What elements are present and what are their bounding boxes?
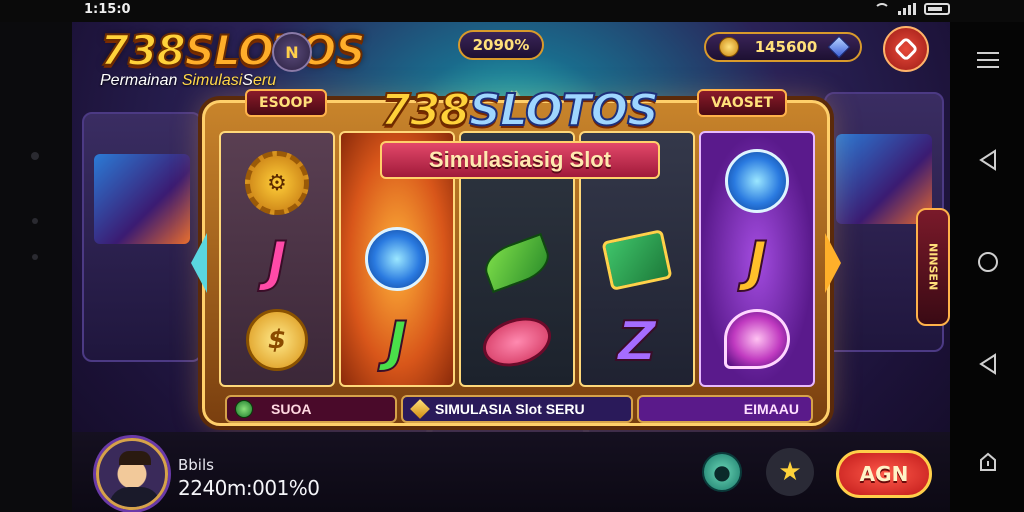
- game-logo: 738SLOTOS: [99, 25, 366, 76]
- star-icon[interactable]: ★: [766, 448, 814, 496]
- j-symbol: J: [746, 229, 768, 294]
- status-icons: [874, 3, 950, 15]
- tag-left: ESOOP: [245, 89, 327, 117]
- crown-icon[interactable]: N: [272, 32, 312, 72]
- bar-mid[interactable]: SIMULASIA Slot SERU: [401, 395, 633, 423]
- j-symbol: J: [386, 309, 408, 374]
- camera-dot: [31, 152, 39, 160]
- status-bar: 1:15:0: [0, 0, 1024, 22]
- battery-icon: [924, 3, 950, 15]
- wifi-icon: [874, 3, 890, 15]
- left-arrow-icon[interactable]: [191, 233, 207, 293]
- recent-icon[interactable]: [972, 348, 1004, 380]
- reel-1: ⚙ J $: [219, 131, 335, 387]
- sensor-dot: [32, 254, 38, 260]
- gear-symbol: ⚙: [245, 151, 309, 215]
- swirl-symbol: [725, 149, 789, 213]
- bell-icon[interactable]: ●: [702, 452, 742, 492]
- system-nav-bar: [950, 22, 1024, 512]
- spin-button[interactable]: AGN: [836, 450, 932, 498]
- machine-title: 738SLOTOS: [379, 84, 660, 137]
- bottom-bar: Bbils 2240m:001%0 ● ★ AGN: [72, 432, 950, 512]
- coin-icon: [718, 37, 739, 57]
- j-symbol: J: [266, 229, 288, 294]
- right-arrow-icon[interactable]: [825, 233, 841, 293]
- tag-right: VAOSET: [697, 89, 787, 117]
- z-symbol: Z: [616, 309, 657, 374]
- status-time: 1:15:0: [84, 2, 131, 17]
- settings-icon: [893, 36, 919, 62]
- multiplier-pill: 2090%: [458, 30, 544, 60]
- share-icon[interactable]: [972, 446, 1004, 478]
- reel-5: J: [699, 131, 815, 387]
- diamond-icon: [410, 399, 430, 419]
- machine-ribbon: Simulasiasig Slot: [380, 141, 660, 179]
- card-symbol: [601, 229, 673, 291]
- sensor-dot: [32, 218, 38, 224]
- game-screen: 738SLOTOS Permainan SimulasiSeru N 2090%…: [72, 22, 950, 512]
- menu-icon[interactable]: [972, 44, 1004, 76]
- avatar[interactable]: [96, 438, 168, 510]
- bar-left[interactable]: SUOA: [225, 395, 397, 423]
- back-icon[interactable]: [972, 144, 1004, 176]
- gem-icon: [827, 35, 851, 59]
- disc-symbol: [476, 309, 558, 375]
- swirl-symbol: [724, 309, 790, 369]
- home-icon[interactable]: [972, 246, 1004, 278]
- user-name: Bbils: [178, 456, 214, 474]
- user-balance: 2240m:001%0: [178, 476, 320, 500]
- swirl-symbol: [365, 227, 429, 291]
- arcade-cabinet-left: [82, 112, 202, 362]
- slot-machine: ESOOP VAOSET ⚙ J $ J Z J 738SLOTOS Simul…: [191, 84, 841, 426]
- bar-right[interactable]: EIMAAU: [637, 395, 813, 423]
- coin-balance[interactable]: 145600: [704, 32, 862, 62]
- coin-symbol: $: [246, 309, 308, 371]
- game-tagline: Permainan SimulasiSeru: [100, 72, 277, 89]
- settings-button[interactable]: [883, 26, 929, 72]
- side-tab[interactable]: NINSEN: [916, 208, 950, 326]
- leaf-symbol: [479, 232, 555, 294]
- signal-icon: [898, 3, 916, 15]
- green-dot-icon: [235, 400, 253, 418]
- left-rail: [0, 22, 72, 512]
